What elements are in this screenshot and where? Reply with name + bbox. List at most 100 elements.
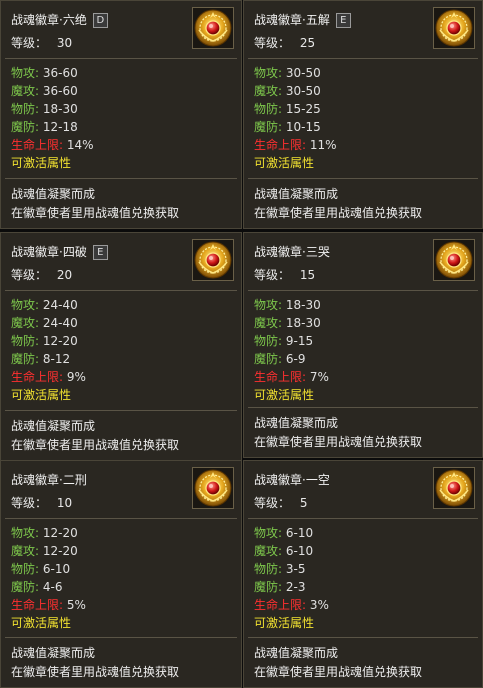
divider	[5, 637, 237, 638]
level-value: 15	[299, 268, 316, 282]
stat-value: 18-30	[285, 298, 321, 312]
stat-row: 生命上限: 5%	[11, 596, 86, 614]
stat-row: 魔防: 6-9	[254, 350, 329, 368]
stat-list: 物攻: 6-10 魔攻: 6-10 物防: 3-5 魔防: 2-3 生命上限: …	[254, 524, 329, 632]
stat-row: 物攻: 6-10	[254, 524, 329, 542]
stat-label: 物攻:	[11, 526, 40, 540]
item-name: 战魂徽章·五解	[254, 13, 330, 27]
item-description: 战魂值凝聚而成 在徽章使者里用战魂值兑换获取	[11, 417, 179, 455]
level-value: 25	[299, 36, 316, 50]
item-level: 等级： 5	[254, 494, 307, 511]
level-value: 20	[56, 268, 73, 282]
stat-label: 物攻:	[254, 526, 283, 540]
stat-row: 物防: 18-30	[11, 100, 94, 118]
item-title: 战魂徽章·三哭	[254, 243, 330, 260]
gold-medal-emblem-icon	[192, 7, 234, 49]
stat-label: 生命上限:	[254, 138, 307, 152]
item-level: 等级： 30	[11, 34, 72, 51]
stat-row: 魔防: 2-3	[254, 578, 329, 596]
stat-row: 物防: 3-5	[254, 560, 329, 578]
stat-row: 生命上限: 14%	[11, 136, 94, 154]
item-tooltip-card: 战魂徽章·一空 等级： 5 物攻: 6-10 魔攻: 6-10 物防: 3-5 …	[243, 460, 483, 688]
activatable-attributes: 可激活属性	[11, 156, 72, 170]
description-line: 战魂值凝聚而成	[11, 646, 96, 660]
description-line: 战魂值凝聚而成	[254, 187, 339, 201]
stat-value: 36-60	[42, 84, 78, 98]
stat-row: 生命上限: 9%	[11, 368, 86, 386]
stat-label: 魔攻:	[254, 316, 283, 330]
item-level: 等级： 25	[254, 34, 315, 51]
gold-medal-emblem-icon	[433, 239, 475, 281]
stat-label: 物攻:	[254, 66, 283, 80]
stat-label: 生命上限:	[11, 370, 64, 384]
stat-row: 魔攻: 6-10	[254, 542, 329, 560]
level-label: 等级：	[11, 496, 48, 510]
item-tooltip-card: 战魂徽章·六绝 D 等级： 30 物攻: 36-60 魔攻: 36-60 物防:…	[0, 0, 242, 229]
gold-medal-emblem-icon	[433, 7, 475, 49]
stat-row: 魔防: 4-6	[11, 578, 86, 596]
grade-badge: D	[92, 13, 108, 28]
gold-medal-emblem-icon	[433, 467, 475, 509]
stat-row: 魔攻: 30-50	[254, 82, 337, 100]
item-tooltip-card: 战魂徽章·三哭 等级： 15 物攻: 18-30 魔攻: 18-30 物防: 9…	[243, 232, 483, 458]
divider	[248, 637, 478, 638]
stat-row: 魔攻: 18-30	[254, 314, 329, 332]
stat-label: 生命上限:	[11, 598, 64, 612]
grade-badge: E	[92, 245, 108, 260]
stat-row: 物攻: 36-60	[11, 64, 94, 82]
stat-list: 物攻: 36-60 魔攻: 36-60 物防: 18-30 魔防: 12-18 …	[11, 64, 94, 172]
stat-label: 物防:	[11, 562, 40, 576]
divider	[5, 178, 237, 179]
activatable-attributes: 可激活属性	[254, 616, 315, 630]
stat-value: 14%	[66, 138, 94, 152]
level-label: 等级：	[11, 268, 48, 282]
stat-row: 物攻: 30-50	[254, 64, 337, 82]
item-description: 战魂值凝聚而成 在徽章使者里用战魂值兑换获取	[254, 414, 422, 452]
stat-row: 魔攻: 36-60	[11, 82, 94, 100]
stat-label: 物防:	[254, 334, 283, 348]
description-line: 在徽章使者里用战魂值兑换获取	[254, 435, 423, 449]
item-description: 战魂值凝聚而成 在徽章使者里用战魂值兑换获取	[11, 185, 179, 223]
stat-value: 30-50	[285, 84, 321, 98]
stat-value: 2-3	[285, 580, 306, 594]
stat-value: 6-10	[285, 544, 314, 558]
stat-value: 5%	[66, 598, 86, 612]
stat-label: 物攻:	[11, 298, 40, 312]
stat-row: 生命上限: 11%	[254, 136, 337, 154]
stat-value: 12-18	[42, 120, 78, 134]
stat-label: 物防:	[11, 334, 40, 348]
stat-label: 物防:	[254, 102, 283, 116]
description-line: 在徽章使者里用战魂值兑换获取	[254, 665, 423, 679]
description-line: 在徽章使者里用战魂值兑换获取	[11, 206, 180, 220]
divider	[5, 58, 237, 59]
stat-label: 魔防:	[11, 580, 40, 594]
item-tooltip-card: 战魂徽章·四破 E 等级： 20 物攻: 24-40 魔攻: 24-40 物防:…	[0, 232, 242, 461]
stat-row: 物攻: 24-40	[11, 296, 86, 314]
item-title: 战魂徽章·二刑	[11, 471, 87, 488]
level-label: 等级：	[11, 36, 48, 50]
item-level: 等级： 10	[11, 494, 72, 511]
level-label: 等级：	[254, 496, 291, 510]
item-title: 战魂徽章·五解 E	[254, 11, 351, 28]
description-line: 战魂值凝聚而成	[254, 416, 339, 430]
grade-badge: E	[335, 13, 351, 28]
stat-value: 8-12	[42, 352, 71, 366]
level-value: 10	[56, 496, 73, 510]
gold-medal-emblem-icon	[192, 467, 234, 509]
level-value: 5	[299, 496, 308, 510]
stat-label: 物防:	[11, 102, 40, 116]
stat-value: 12-20	[42, 526, 78, 540]
divider	[248, 407, 478, 408]
stat-label: 生命上限:	[254, 598, 307, 612]
description-line: 在徽章使者里用战魂值兑换获取	[11, 438, 180, 452]
stat-label: 魔防:	[254, 120, 283, 134]
stat-value: 11%	[309, 138, 337, 152]
stat-value: 18-30	[285, 316, 321, 330]
stat-value: 30-50	[285, 66, 321, 80]
description-line: 在徽章使者里用战魂值兑换获取	[254, 206, 423, 220]
stat-label: 魔攻:	[11, 84, 40, 98]
stat-list: 物攻: 12-20 魔攻: 12-20 物防: 6-10 魔防: 4-6 生命上…	[11, 524, 86, 632]
gold-medal-emblem-icon	[192, 239, 234, 281]
stat-row: 物防: 9-15	[254, 332, 329, 350]
description-line: 战魂值凝聚而成	[11, 419, 96, 433]
